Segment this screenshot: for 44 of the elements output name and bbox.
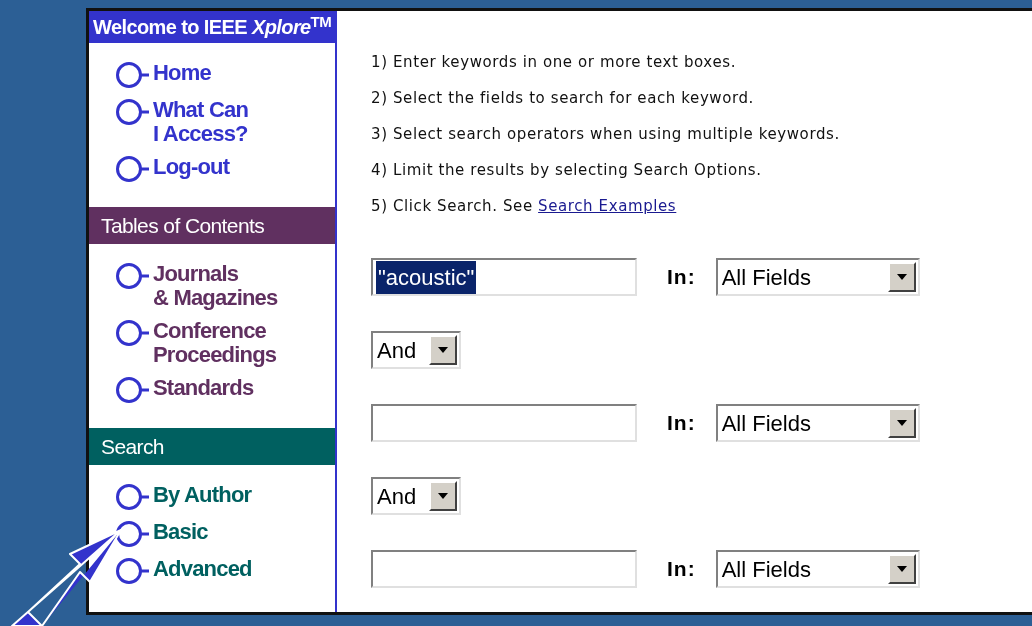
circle-bullet-icon — [115, 319, 151, 347]
instruction-text: 5) Click Search. See Search Examples — [371, 196, 678, 217]
sidebar-link[interactable]: Journals & Magazines — [151, 262, 278, 310]
instruction-text: 2) Select the fields to search for each keyword. — [371, 88, 755, 109]
dropdown-caret-icon — [438, 493, 448, 499]
dropdown-select[interactable]: And — [371, 331, 461, 369]
in-label: In: — [667, 556, 696, 583]
circle-bullet-icon — [115, 483, 151, 511]
sidebar-link[interactable]: Home — [151, 61, 211, 85]
instruction-text: 1) Enter keywords in one or more text boxes. — [371, 52, 737, 73]
section-header: Search — [89, 428, 335, 465]
circle-bullet-icon — [115, 61, 151, 89]
circle-bullet-icon — [115, 98, 151, 126]
sidebar-link[interactable]: Advanced — [151, 557, 252, 581]
instruction-text: 4) Limit the results by selecting Search Options. — [371, 160, 763, 181]
keyword-input-field[interactable]: "acoustic" — [371, 258, 637, 296]
dropdown-select[interactable]: All Fields — [715, 550, 920, 588]
keyword-input-field[interactable] — [371, 550, 637, 588]
circle-bullet-icon — [115, 376, 151, 404]
instruction-text: 3) Select search operators when using multiple keywords. — [371, 124, 841, 145]
dropdown-caret-icon — [896, 420, 907, 426]
dropdown-select[interactable]: All Fields — [715, 404, 920, 442]
dropdown-select[interactable]: And — [371, 477, 461, 515]
circle-bullet-icon — [115, 557, 151, 585]
sidebar-header: Welcome to IEEE Xplore$^{TM}$ — [89, 11, 335, 43]
sidebar-link[interactable]: By Author — [151, 483, 252, 507]
section-header: Tables of Contents — [89, 207, 335, 244]
search-examples-link[interactable]: Search Examples — [538, 197, 677, 215]
dropdown-caret-icon — [438, 347, 448, 353]
sidebar-link[interactable]: Basic — [151, 520, 208, 544]
circle-bullet-icon — [115, 262, 151, 290]
dropdown-caret-icon — [896, 274, 907, 280]
sidebar-link[interactable]: What Can I Access? — [151, 98, 249, 146]
keyword-input-field[interactable] — [371, 404, 637, 442]
circle-bullet-icon — [115, 520, 151, 548]
dropdown-select[interactable]: All Fields — [715, 258, 920, 296]
in-label: In: — [667, 264, 696, 291]
dropdown-caret-icon — [896, 566, 907, 572]
sidebar-link[interactable]: Log-out — [151, 155, 230, 179]
sidebar-link[interactable]: Standards — [151, 376, 254, 400]
circle-bullet-icon — [115, 155, 151, 183]
field-value: "acoustic" — [376, 260, 477, 294]
sidebar-link[interactable]: Conference Proceedings — [151, 319, 277, 367]
in-label: In: — [667, 410, 696, 437]
